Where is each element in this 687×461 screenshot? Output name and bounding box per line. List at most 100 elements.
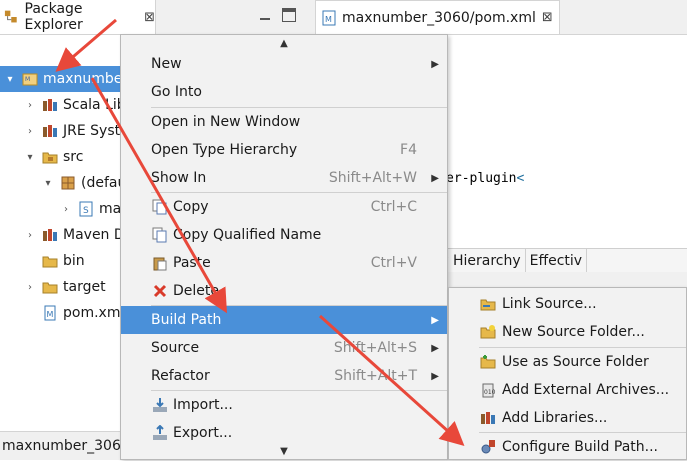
collapse-icon[interactable]: ▾ xyxy=(24,152,36,163)
svg-text:M: M xyxy=(25,76,30,83)
menu-item-shortcut: F4 xyxy=(400,142,417,158)
copy-qualified-icon xyxy=(152,227,167,243)
project-icon: M xyxy=(22,73,38,86)
menu-item-label: Copy xyxy=(173,199,209,215)
menu-item-build-path[interactable]: Build Path ▶ xyxy=(121,306,447,334)
external-archive-icon: 010 xyxy=(482,383,496,398)
menu-item-open-in-new-window[interactable]: Open in New Window xyxy=(121,108,447,136)
menu-item-shortcut: Shift+Alt+W xyxy=(328,170,417,186)
submenu-item-label: New Source Folder... xyxy=(502,324,645,340)
maximize-icon[interactable] xyxy=(282,8,296,22)
tab-pom-xml[interactable]: M maxnumber_3060/pom.xml ⊠ xyxy=(315,0,560,34)
link-source-icon xyxy=(480,299,496,311)
menu-item-go-into[interactable]: Go Into xyxy=(121,78,447,106)
menu-item-paste[interactable]: Paste Ctrl+V xyxy=(121,249,447,277)
menu-item-label: Build Path xyxy=(151,312,222,328)
close-icon[interactable]: ⊠ xyxy=(144,10,155,25)
submenu-arrow-icon: ▶ xyxy=(431,172,439,184)
package-explorer-icon xyxy=(4,10,17,23)
submenu-item-add-external-archives[interactable]: 010 Add External Archives... xyxy=(449,376,686,404)
tab-effective-pom[interactable]: Effectiv xyxy=(526,249,588,273)
tree-item-label: target xyxy=(63,279,106,295)
expand-icon[interactable]: › xyxy=(24,282,36,293)
menu-item-show-in[interactable]: Show In Shift+Alt+W ▶ xyxy=(121,164,447,192)
collapse-icon[interactable]: ▾ xyxy=(4,74,16,85)
context-menu: ▲ New ▶ Go Into Open in New Window Open … xyxy=(120,34,448,460)
import-icon xyxy=(153,398,167,412)
menu-item-import[interactable]: Import... xyxy=(121,391,447,419)
submenu-item-label: Configure Build Path... xyxy=(502,439,659,455)
new-source-folder-icon xyxy=(480,325,496,339)
delete-icon xyxy=(153,284,167,298)
menu-item-label: Show In xyxy=(151,170,207,186)
bottom-tab-label: maxnumber_3060 xyxy=(2,438,130,454)
menu-item-label: Open in New Window xyxy=(151,114,301,130)
menu-item-label: Export... xyxy=(173,425,233,441)
submenu-item-link-source[interactable]: Link Source... xyxy=(449,290,686,318)
svg-text:M: M xyxy=(47,310,54,319)
menu-item-copy[interactable]: Copy Ctrl+C xyxy=(121,193,447,221)
expand-icon[interactable]: › xyxy=(24,230,36,241)
submenu-item-label: Use as Source Folder xyxy=(502,354,649,370)
export-icon xyxy=(153,425,167,440)
menu-item-label: Open Type Hierarchy xyxy=(151,142,298,158)
library-icon xyxy=(43,99,57,111)
add-library-icon xyxy=(481,412,495,424)
submenu-item-configure-build-path[interactable]: Configure Build Path... xyxy=(449,433,686,461)
submenu-arrow-icon: ▶ xyxy=(431,370,439,382)
submenu-arrow-icon: ▶ xyxy=(431,314,439,326)
tree-item-label: pom.xml xyxy=(63,305,125,321)
package-explorer-tabbar: Package Explorer ⊠ xyxy=(0,0,311,35)
configure-build-path-icon xyxy=(481,440,495,454)
submenu-item-new-source-folder[interactable]: New Source Folder... xyxy=(449,318,686,346)
minimize-icon[interactable] xyxy=(258,8,272,22)
xml-file-icon: M xyxy=(44,305,56,321)
menu-item-label: Refactor xyxy=(151,368,210,384)
tab-package-explorer[interactable]: Package Explorer ⊠ xyxy=(0,0,156,34)
expand-icon[interactable]: › xyxy=(24,100,36,111)
build-path-submenu: Link Source... New Source Folder... Use … xyxy=(448,287,687,460)
menu-item-delete[interactable]: Delete xyxy=(121,277,447,305)
xml-file-icon: M xyxy=(322,10,336,25)
menu-item-shortcut: Ctrl+C xyxy=(370,199,417,215)
menu-item-label: Delete xyxy=(173,283,219,299)
scroll-down-icon[interactable]: ▼ xyxy=(121,443,447,459)
menu-item-label: Go Into xyxy=(151,84,202,100)
tab-label: Package Explorer xyxy=(24,1,83,33)
submenu-item-label: Link Source... xyxy=(502,296,597,312)
menu-item-shortcut: Shift+Alt+S xyxy=(333,340,417,356)
menu-item-label: New xyxy=(151,56,182,72)
submenu-item-add-libraries[interactable]: Add Libraries... xyxy=(449,404,686,432)
close-icon[interactable]: ⊠ xyxy=(542,10,553,25)
menu-item-copy-qualified-name[interactable]: Copy Qualified Name xyxy=(121,221,447,249)
expand-icon[interactable]: › xyxy=(24,126,36,137)
package-icon xyxy=(61,176,75,190)
tree-item-label: bin xyxy=(63,253,85,269)
submenu-item-label: Add Libraries... xyxy=(502,410,608,426)
expand-icon[interactable]: › xyxy=(60,204,72,215)
menu-item-source[interactable]: Source Shift+Alt+S ▶ xyxy=(121,334,447,362)
folder-icon xyxy=(42,256,58,268)
bottom-view-tab[interactable]: maxnumber_3060 xyxy=(0,431,130,460)
svg-text:S: S xyxy=(83,206,89,216)
submenu-arrow-icon: ▶ xyxy=(431,342,439,354)
menu-item-open-type-hierarchy[interactable]: Open Type Hierarchy F4 xyxy=(121,136,447,164)
menu-item-new[interactable]: New ▶ xyxy=(121,50,447,78)
menu-item-shortcut: Ctrl+V xyxy=(370,255,417,271)
use-source-folder-icon xyxy=(480,355,496,369)
menu-item-refactor[interactable]: Refactor Shift+Alt+T ▶ xyxy=(121,362,447,390)
library-icon xyxy=(43,229,57,241)
menu-item-label: Source xyxy=(151,340,200,356)
folder-icon xyxy=(42,282,58,294)
collapse-icon[interactable]: ▾ xyxy=(42,178,54,189)
menu-item-label: Import... xyxy=(173,397,233,413)
tree-item-label: src xyxy=(63,149,84,165)
source-folder-icon xyxy=(42,152,58,164)
paste-icon xyxy=(153,257,167,271)
submenu-item-use-as-source-folder[interactable]: Use as Source Folder xyxy=(449,348,686,376)
scala-file-icon: S xyxy=(79,201,93,217)
scroll-up-icon[interactable]: ▲ xyxy=(121,35,447,51)
submenu-arrow-icon: ▶ xyxy=(431,58,439,70)
menu-item-shortcut: Shift+Alt+T xyxy=(334,368,417,384)
svg-text:010: 010 xyxy=(484,389,496,396)
